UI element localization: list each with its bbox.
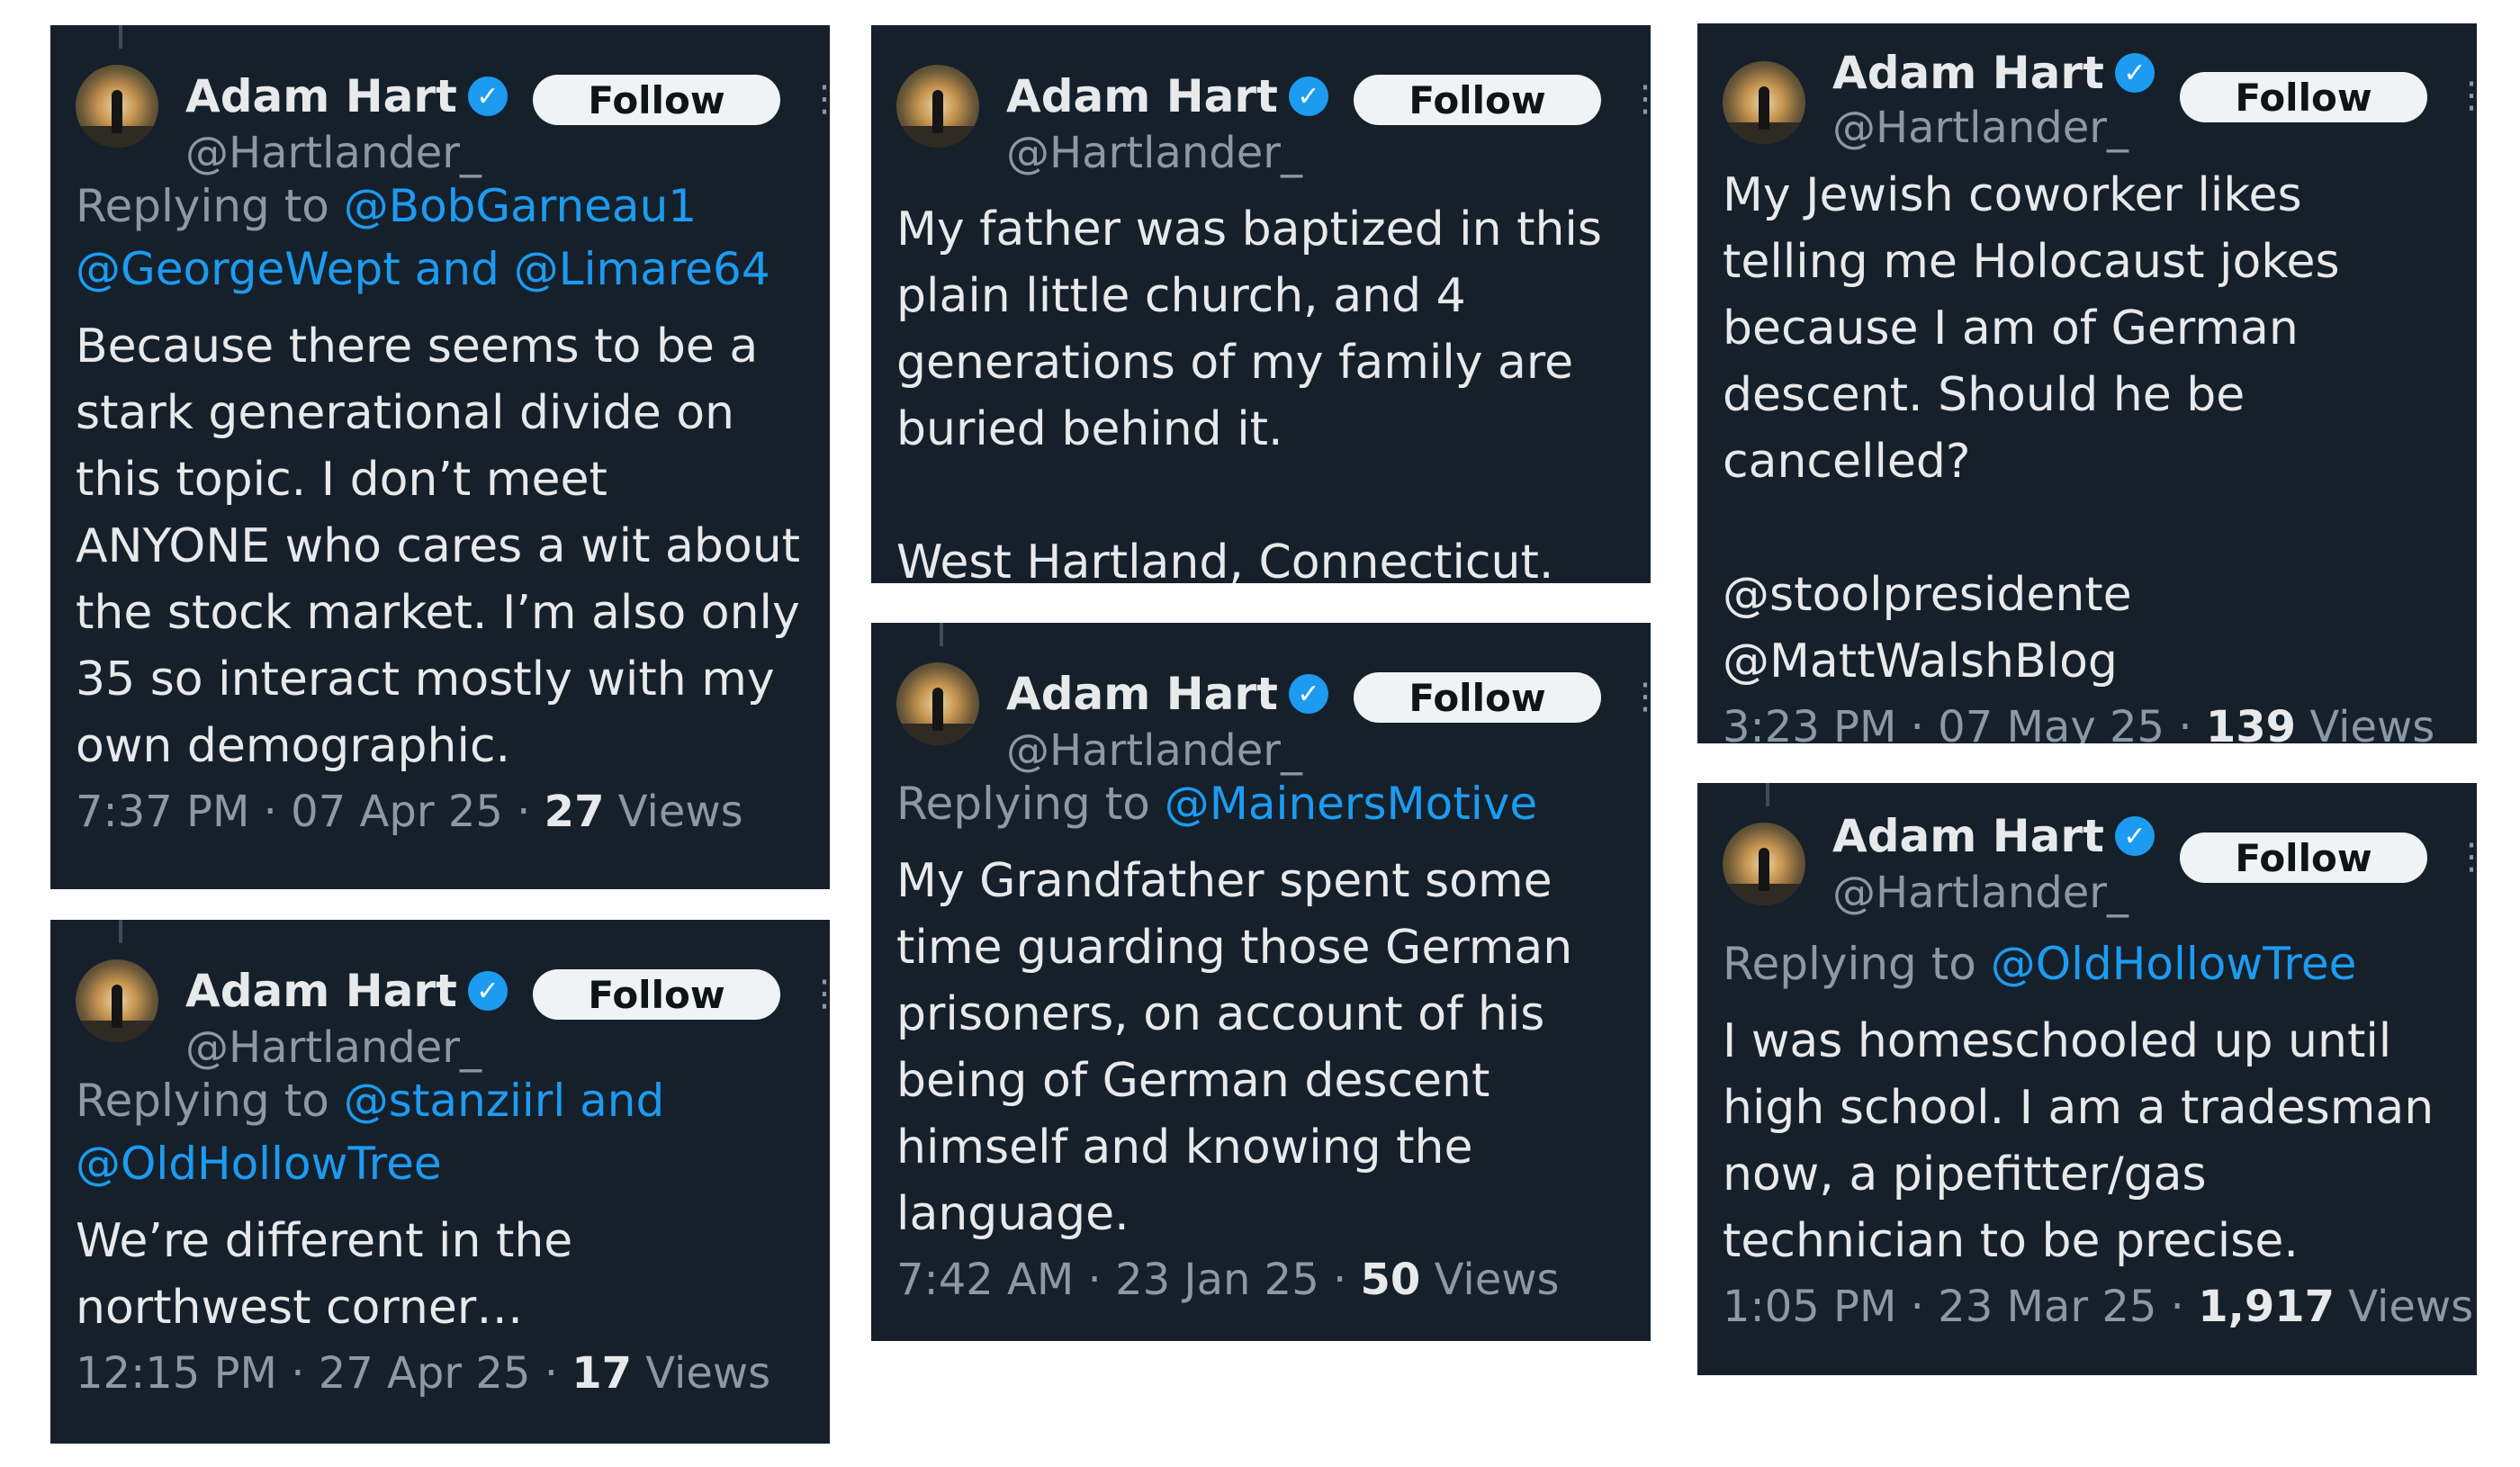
reply-mentions-link[interactable]: @OldHollowTree (1991, 938, 2357, 990)
tweet-timestamp[interactable]: 12:15 PM · 27 Apr 25 · (76, 1348, 572, 1399)
author-name[interactable]: Adam Hart (185, 70, 457, 122)
more-options-icon[interactable]: ⋮ (2453, 837, 2477, 877)
tweet-header: Adam Hart ✓ @Hartlander_ Follow ⋮ (896, 623, 1651, 785)
tweet-card[interactable]: Adam Hart ✓ @Hartlander_ Follow ⋮ Replyi… (871, 623, 1651, 1341)
tweet-header: Adam Hart ✓ @Hartlander_ Follow ⋮ (1723, 23, 2477, 180)
replying-to: Replying to @stanziirl and @OldHollowTre… (76, 1069, 805, 1195)
tweet-card[interactable]: Adam Hart ✓ @Hartlander_ Follow ⋮ My Jew… (1697, 23, 2477, 743)
view-count: 27 (544, 787, 605, 837)
tweet-card[interactable]: Adam Hart ✓ @Hartlander_ Follow ⋮ Replyi… (50, 25, 830, 889)
tweet-meta: 12:15 PM · 27 Apr 25 · 17 Views (76, 1348, 805, 1399)
replying-to-label: Replying to (76, 180, 344, 232)
tweet-text: I was homeschooled up until high school.… (1723, 1014, 2434, 1268)
name-row: Adam Hart ✓ (1006, 70, 1328, 122)
name-row: Adam Hart ✓ (185, 965, 508, 1017)
verified-badge-icon: ✓ (1288, 674, 1328, 714)
reply-mentions-link[interactable]: @MainersMotive (1165, 778, 1537, 830)
author-name[interactable]: Adam Hart (1006, 70, 1278, 122)
avatar[interactable] (1723, 61, 1805, 144)
tweet-header: Adam Hart ✓ @Hartlander_ Follow ⋮ (76, 920, 830, 1082)
avatar[interactable] (896, 65, 979, 148)
tweet-card[interactable]: Adam Hart ✓ @Hartlander_ Follow ⋮ Replyi… (1697, 783, 2477, 1375)
tweet-header: Adam Hart ✓ @Hartlander_ Follow ⋮ (1723, 783, 2477, 945)
name-row: Adam Hart ✓ (1006, 668, 1328, 720)
tweet-mentions-link[interactable]: @stoolpresidente @MattWalshBlog (1723, 562, 2452, 695)
verified-badge-icon: ✓ (2114, 816, 2155, 856)
view-count: 1,917 (2198, 1282, 2336, 1332)
author-name[interactable]: Adam Hart (185, 965, 457, 1017)
tweet-meta: 3:23 PM · 07 May 25 · 139 Views (1723, 702, 2452, 743)
view-count: 17 (572, 1348, 632, 1399)
views-label: Views (632, 1348, 771, 1399)
tweet-header: Adam Hart ✓ @Hartlander_ Follow ⋮ (76, 25, 830, 187)
follow-button[interactable]: Follow (2180, 72, 2427, 122)
follow-button[interactable]: Follow (2180, 832, 2427, 883)
author-name[interactable]: Adam Hart (1832, 810, 2104, 862)
views-label: Views (604, 787, 743, 837)
views-label: Views (2296, 702, 2435, 743)
more-options-icon[interactable]: ⋮ (2453, 76, 2477, 115)
more-options-icon[interactable]: ⋮ (806, 79, 830, 119)
tweet-text: My Grandfather spent some time guarding … (896, 854, 1573, 1241)
author-handle[interactable]: @Hartlander_ (1832, 868, 2128, 918)
avatar[interactable] (76, 959, 158, 1042)
avatar[interactable] (76, 65, 158, 148)
tweet-header: Adam Hart ✓ @Hartlander_ Follow ⋮ (896, 25, 1651, 187)
replying-to-label: Replying to (896, 778, 1165, 830)
author-handle[interactable]: @Hartlander_ (185, 128, 482, 178)
views-label: Views (2335, 1282, 2474, 1332)
replying-to-label: Replying to (1723, 938, 1991, 990)
tweet-text: My father was baptized in this plain lit… (896, 202, 1602, 583)
views-label: Views (1420, 1255, 1560, 1305)
tweet-meta: 7:37 PM · 07 Apr 25 · 27 Views (76, 787, 805, 837)
tweet-timestamp[interactable]: 1:05 PM · 23 Mar 25 · (1723, 1282, 2198, 1332)
replying-to: Replying to @BobGarneau1 @GeorgeWept and… (76, 175, 805, 301)
more-options-icon[interactable]: ⋮ (1627, 677, 1651, 716)
avatar[interactable] (896, 662, 979, 745)
author-name[interactable]: Adam Hart (1832, 47, 2104, 99)
tweet-text: My Jewish coworker likes telling me Holo… (1723, 168, 2340, 489)
avatar[interactable] (1723, 823, 1805, 905)
verified-badge-icon: ✓ (467, 971, 508, 1011)
name-row: Adam Hart ✓ (185, 70, 508, 122)
view-count: 50 (1360, 1255, 1421, 1305)
name-row: Adam Hart ✓ (1832, 810, 2155, 862)
tweet-timestamp[interactable]: 3:23 PM · 07 May 25 · (1723, 702, 2206, 743)
author-name[interactable]: Adam Hart (1006, 668, 1278, 720)
tweet-text: Because there seems to be a stark genera… (76, 320, 801, 773)
follow-button[interactable]: Follow (533, 969, 780, 1020)
view-count: 139 (2205, 702, 2297, 743)
tweet-card[interactable]: Adam Hart ✓ @Hartlander_ Follow ⋮ Replyi… (50, 920, 830, 1444)
tweet-timestamp[interactable]: 7:37 PM · 07 Apr 25 · (76, 787, 544, 837)
follow-button[interactable]: Follow (533, 75, 780, 125)
verified-badge-icon: ✓ (1288, 76, 1328, 116)
tweet-meta: 1:05 PM · 23 Mar 25 · 1,917 Views (1723, 1282, 2473, 1332)
verified-badge-icon: ✓ (2114, 53, 2155, 93)
tweet-card[interactable]: Adam Hart ✓ @Hartlander_ Follow ⋮ My fat… (871, 25, 1651, 583)
verified-badge-icon: ✓ (467, 76, 508, 116)
author-handle[interactable]: @Hartlander_ (1006, 725, 1302, 776)
follow-button[interactable]: Follow (1354, 672, 1601, 723)
tweet-timestamp[interactable]: 7:42 AM · 23 Jan 25 · (896, 1255, 1361, 1305)
tweet-meta: 7:42 AM · 23 Jan 25 · 50 Views (896, 1255, 1625, 1305)
more-options-icon[interactable]: ⋮ (1627, 79, 1651, 119)
replying-to-label: Replying to (76, 1075, 344, 1127)
tweet-text: We’re different in the northwest corner… (76, 1214, 573, 1335)
follow-button[interactable]: Follow (1354, 75, 1601, 125)
author-handle[interactable]: @Hartlander_ (1006, 128, 1302, 178)
author-handle[interactable]: @Hartlander_ (1832, 103, 2128, 153)
author-handle[interactable]: @Hartlander_ (185, 1022, 482, 1073)
more-options-icon[interactable]: ⋮ (806, 974, 830, 1013)
name-row: Adam Hart ✓ (1832, 47, 2155, 99)
